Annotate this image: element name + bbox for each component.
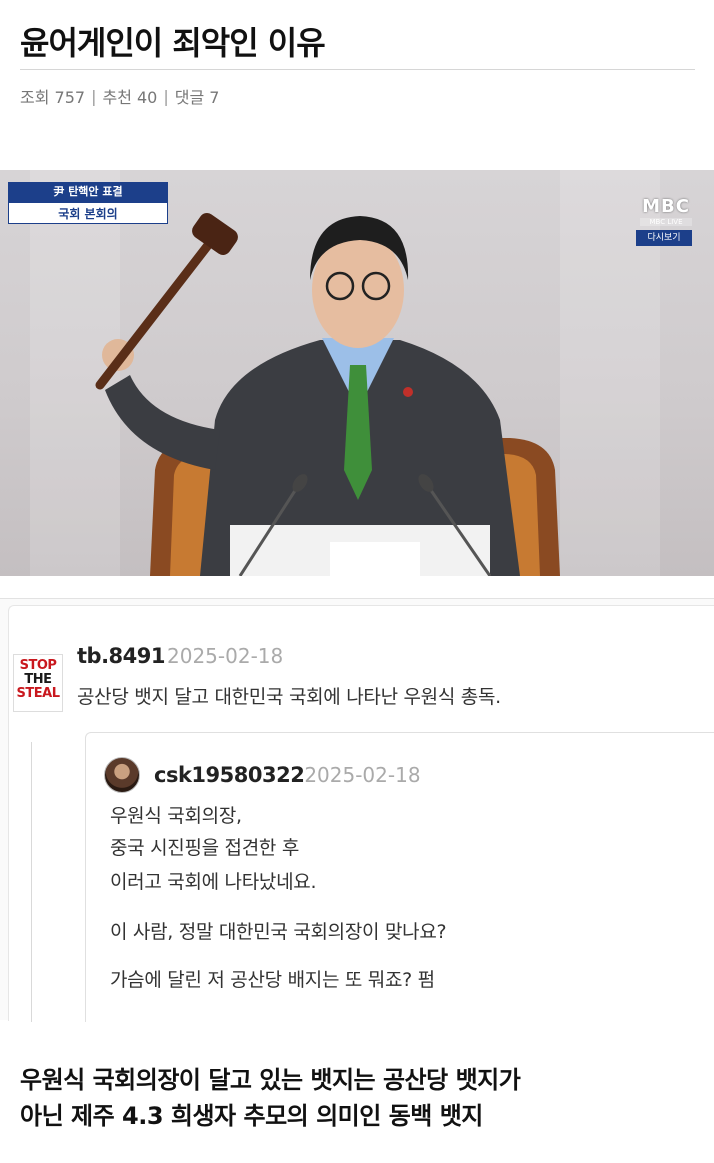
avatar: STOP THE STEAL [13, 654, 63, 712]
reply-text-line: 이러고 국회에 나타났네요. [110, 871, 317, 893]
post-body-line: 우원식 국회의장이 달고 있는 뱃지는 공산당 뱃지가 [20, 1066, 521, 1094]
reply-thread-line [31, 742, 32, 1022]
news-caption: 尹 탄핵안 표결 국회 본회의 [8, 182, 168, 224]
gavel-head [192, 213, 238, 255]
reply-text-line: 이 사람, 정말 대한민국 국회의장이 맞나요? [110, 921, 447, 943]
post-title: 윤어게인이 죄악인 이유 [20, 18, 695, 70]
comment-body: 공산당 뱃지 달고 대한민국 국회에 나타난 우원식 총독. [77, 686, 501, 708]
reply-card: csk19580322 2025-02-18 우원식 국회의장, 중국 시진핑을… [85, 732, 714, 1022]
post-meta: 조회 757 | 추천 40 | 댓글 7 [20, 84, 695, 108]
meta-separator: | [91, 86, 97, 106]
reply-text-line: 중국 시진핑을 접견한 후 [110, 837, 300, 859]
avatar-text: THE [24, 672, 52, 687]
comment-count[interactable]: 댓글 7 [175, 84, 220, 108]
podium-document [330, 542, 420, 576]
reply-avatar [104, 757, 140, 793]
caption-top: 尹 탄핵안 표결 [8, 182, 168, 202]
reply-text-line: 우원식 국회의장, [110, 805, 242, 827]
comment-date: 2025-02-18 [167, 644, 284, 668]
like-count: 추천 40 [102, 88, 158, 107]
view-count: 조회 757 [20, 88, 86, 107]
gavel-handle [95, 235, 217, 390]
news-screenshot-image: 尹 탄핵안 표결 국회 본회의 MBC MBC LIVE 다시보기 [0, 170, 714, 576]
caption-bottom: 국회 본회의 [8, 202, 168, 224]
broadcaster-name: MBC [642, 196, 690, 217]
comment-card: STOP THE STEAL tb.8491 2025-02-18 공산당 뱃지… [8, 605, 714, 1022]
reply-author-row: csk19580322 2025-02-18 [154, 763, 421, 787]
post-header: 윤어게인이 죄악인 이유 조회 757 | 추천 40 | 댓글 7 [20, 18, 695, 108]
post-body-line: 아닌 제주 4.3 희생자 추모의 의미인 동백 뱃지 [20, 1102, 483, 1130]
meta-separator: | [163, 86, 169, 106]
speaker-illustration [95, 213, 560, 576]
comment-author-row: tb.8491 2025-02-18 [77, 644, 283, 668]
reply-text-line: 가슴에 달린 저 공산당 배지는 또 뭐죠? 펌 [110, 969, 435, 991]
replay-badge: 다시보기 [636, 230, 692, 246]
lapel-badge [403, 387, 413, 397]
avatar-text: STEAL [16, 686, 60, 701]
post-body-text: 우원식 국회의장이 달고 있는 뱃지는 공산당 뱃지가 아닌 제주 4.3 희생… [20, 1062, 700, 1134]
reply-date: 2025-02-18 [304, 763, 421, 787]
mbc-logo: MBC MBC LIVE [640, 196, 692, 226]
comment-screenshot: STOP THE STEAL tb.8491 2025-02-18 공산당 뱃지… [0, 598, 714, 1022]
avatar-text: STOP [19, 658, 57, 673]
broadcaster-sub: MBC LIVE [640, 218, 692, 226]
reply-author[interactable]: csk19580322 [154, 763, 305, 787]
comment-author[interactable]: tb.8491 [77, 644, 166, 668]
